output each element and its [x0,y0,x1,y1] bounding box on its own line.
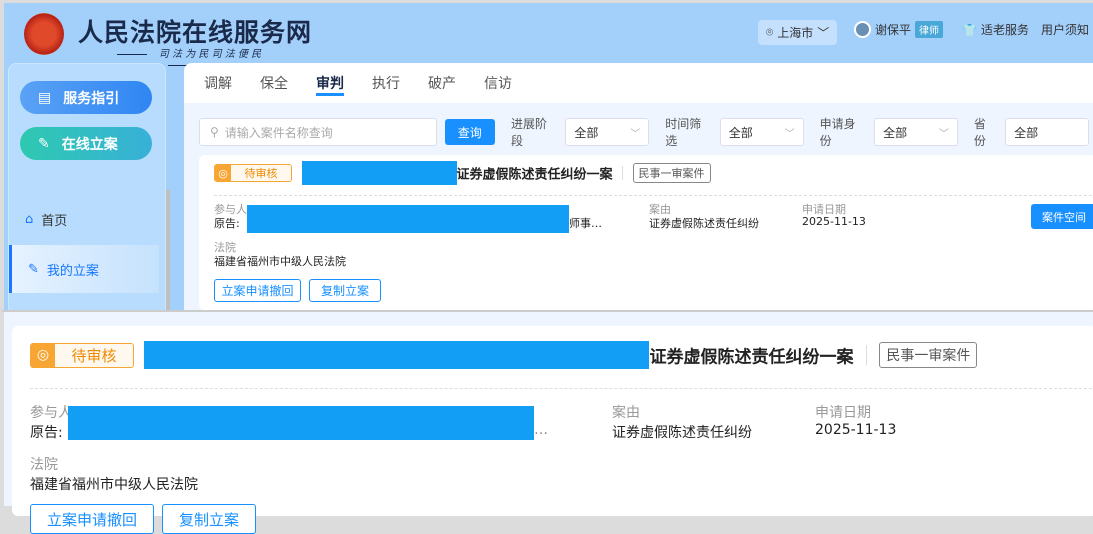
withdraw-filing-button[interactable]: 立案申请撤回 [214,279,301,302]
plaintiff-prefix: 原告: [30,425,63,441]
cause-value: 证券虚假陈述责任纠纷 [649,217,759,230]
redacted-block [247,205,569,233]
court-label: 法院 [30,457,58,473]
case-space-button[interactable]: 案件空间 [1031,204,1093,229]
user-menu[interactable]: 谢保平 律师 [854,21,944,38]
city-selector[interactable]: ⌾ 上海市 ﹀ [758,20,838,45]
participants-overflow: … [534,422,548,438]
province-label: 省份 [973,117,986,148]
divider [30,388,1093,389]
participants-label: 参与人 [30,405,72,421]
user-name: 谢保平 [875,23,912,37]
search-icon: ⚲ [210,125,219,139]
cause-label: 案由 [612,405,640,421]
location-pin-icon: ⌾ [766,25,774,39]
date-label: 申请日期 [815,405,871,421]
stage-value: 全部 [574,125,599,140]
zoomed-case-view: ◎ 待审核 证券虚假陈述责任纠纷一案 民事一审案件 参与人 原告: … 案由 证券… [0,310,1093,534]
redacted-block [68,406,534,440]
tab-trial[interactable]: 审判 [316,70,344,96]
divider [865,345,867,365]
sidebar: ▤ 服务指引 ✎ 在线立案 ⌂ 首页 ✎ 我的立案 [8,63,170,314]
app-window: 人民法院在线服务网 司 法 为 民 司 法 便 民 ⌾ 上海市 ﹀ 谢保平 律师 👕 适… [0,0,1093,314]
divider [214,195,1093,196]
case-title[interactable]: 证券虚假陈述责任纠纷一案 [649,348,853,368]
cause-value: 证券虚假陈述责任纠纷 [612,425,752,441]
copy-filing-button[interactable]: 复制立案 [309,279,381,302]
service-guide-button[interactable]: ▤ 服务指引 [20,81,152,114]
copy-filing-button[interactable]: 复制立案 [162,504,256,534]
identity-value: 全部 [883,125,908,140]
case-card: ◎ 待审核 证券虚假陈述责任纠纷一案 民事一审案件 参与人 原告: 师事… 案由 … [199,155,1093,310]
edit-doc-icon: ✎ [38,135,50,152]
province-select[interactable]: 全部 [1005,118,1090,146]
pending-icon: ◎ [31,343,55,367]
chevron-down-icon: ﹀ [938,128,949,140]
date-value: 2025-11-13 [815,422,897,438]
pending-icon: ◎ [215,165,231,181]
sidebar-item-home[interactable]: ⌂ 首页 [9,195,159,243]
home-icon: ⌂ [25,211,34,227]
redacted-block [301,161,457,185]
elderly-label: 适老服务 [980,23,1029,37]
avatar [854,21,871,38]
province-value: 全部 [1014,125,1039,140]
guide-doc-icon: ▤ [38,89,52,106]
time-select[interactable]: 全部 ﹀ [719,118,804,146]
sidebar-item-label: 我的立案 [46,263,99,279]
query-button[interactable]: 查询 [444,119,495,145]
filter-bar: ⚲ 请输入案件名称查询 查询 进展阶段 全部 ﹀ 时间筛选 全部 ﹀ 申请身份 全部 ﹀… [199,115,1093,149]
court-value: 福建省福州市中级人民法院 [214,255,346,268]
court-value: 福建省福州市中级人民法院 [30,477,198,493]
chevron-down-icon: ﹀ [817,26,830,40]
tab-execution[interactable]: 执行 [372,73,400,93]
case-search-input[interactable]: ⚲ 请输入案件名称查询 [199,118,437,146]
service-guide-label: 服务指引 [63,90,120,107]
tab-bankruptcy[interactable]: 破产 [428,73,456,93]
search-placeholder: 请输入案件名称查询 [224,125,333,140]
tab-petition[interactable]: 信访 [484,73,512,93]
case-type-tag: 民事一审案件 [632,163,711,183]
participants-value: 原告: [30,422,63,442]
status-text: 待审核 [55,343,133,367]
sidebar-item-label: 首页 [41,213,68,229]
city-label: 上海市 [777,26,814,40]
site-title: 人民法院在线服务网 [78,18,313,47]
online-filing-button[interactable]: ✎ 在线立案 [20,127,152,160]
identity-select[interactable]: 全部 ﹀ [874,118,958,146]
time-label: 时间筛选 [665,117,702,148]
sidebar-scrollbar[interactable] [166,189,170,314]
plaintiff-prefix: 原告: [214,217,240,230]
withdraw-filing-button[interactable]: 立案申请撤回 [30,504,154,534]
shirt-icon: 👕 [962,22,977,37]
sidebar-item-my-cases[interactable]: ✎ 我的立案 [9,245,159,293]
date-value: 2025-11-13 [802,215,866,228]
identity-label: 申请身份 [819,117,856,148]
status-badge: ◎ 待审核 [30,342,134,368]
stage-label: 进展阶段 [510,117,547,148]
status-badge: ◎ 待审核 [214,164,292,182]
elderly-service-link[interactable]: 👕 适老服务 [962,21,1029,38]
status-text: 待审核 [231,165,291,181]
role-badge: 律师 [915,21,944,38]
case-card-zoomed: ◎ 待审核 证券虚假陈述责任纠纷一案 民事一审案件 参与人 原告: … 案由 证券… [12,326,1093,534]
tab-mediation[interactable]: 调解 [204,73,232,93]
user-notice-link[interactable]: 用户须知 [1041,21,1089,38]
main-panel: 调解 保全 审判 执行 破产 信访 ⚲ 请输入案件名称查询 查询 进展阶段 全部 ﹀… [184,63,1093,313]
online-filing-label: 在线立案 [61,136,118,153]
tab-bar: 调解 保全 审判 执行 破产 信访 [184,63,1093,103]
case-title[interactable]: 证券虚假陈述责任纠纷一案 [457,168,613,183]
participants-value: 原告: [214,215,240,231]
tab-preservation[interactable]: 保全 [260,73,288,93]
divider [622,166,624,180]
time-value: 全部 [728,125,753,140]
court-emblem-logo [24,13,64,55]
chevron-down-icon: ﹀ [784,128,795,140]
redacted-block [144,341,650,369]
notebook-icon: ✎ [28,261,39,277]
chevron-down-icon: ﹀ [630,128,641,140]
participants-overflow: 师事… [569,217,602,230]
stage-select[interactable]: 全部 ﹀ [565,118,650,146]
case-type-tag: 民事一审案件 [879,342,978,368]
